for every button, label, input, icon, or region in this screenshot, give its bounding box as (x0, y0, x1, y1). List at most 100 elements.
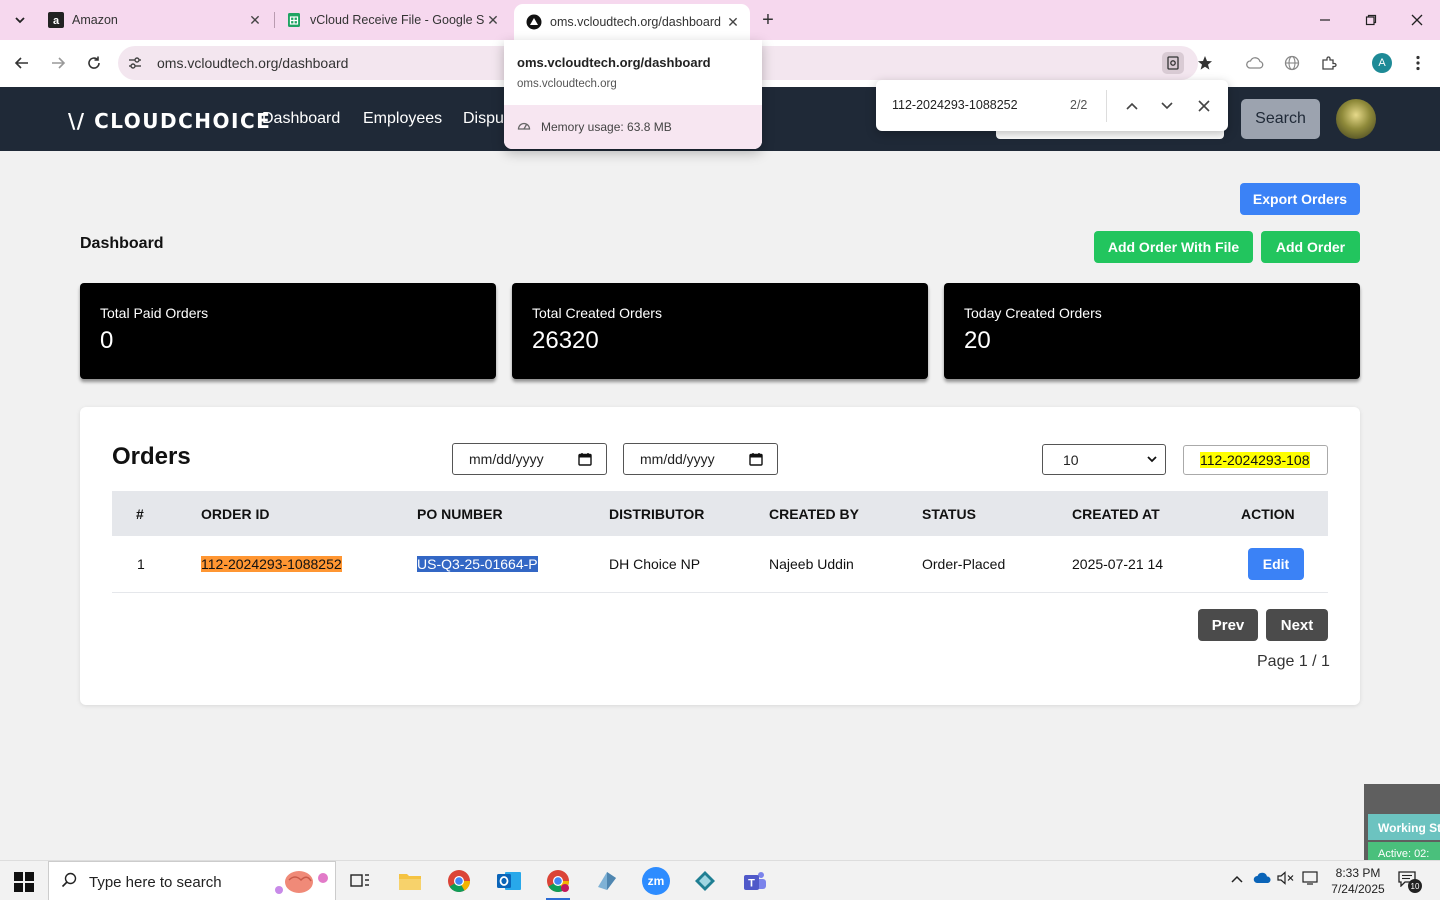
column-header: ORDER ID (201, 506, 270, 522)
orders-title: Orders (112, 443, 191, 470)
chrome-icon[interactable] (445, 867, 473, 895)
date-from-input[interactable]: mm/dd/yyyy (452, 443, 607, 475)
amazon-icon: a (48, 12, 64, 28)
bookmark-star-icon[interactable] (1194, 52, 1216, 74)
stat-label: Total Created Orders (532, 305, 662, 321)
restore-icon[interactable] (1359, 8, 1383, 32)
nav-dashboard[interactable]: Dashboard (262, 110, 340, 128)
onedrive-icon[interactable] (1253, 871, 1273, 888)
date-to-input[interactable]: mm/dd/yyyy (623, 443, 778, 475)
column-header: ACTION (1241, 506, 1295, 522)
find-next-icon[interactable] (1156, 95, 1178, 117)
svg-text:a: a (53, 15, 60, 27)
google-sheets-icon (286, 12, 302, 28)
working-status-widget[interactable]: Working St Active: 02: (1364, 784, 1440, 860)
export-orders-button[interactable]: Export Orders (1240, 183, 1360, 215)
add-order-with-file-button[interactable]: Add Order With File (1094, 231, 1253, 263)
taskbar-search-box[interactable]: Type here to search (48, 861, 336, 900)
stat-card-total-paid: Total Paid Orders 0 (80, 283, 496, 379)
column-header: STATUS (922, 506, 976, 522)
po-number: US-Q3-25-01664-P (417, 556, 538, 572)
orders-panel: Orders mm/dd/yyyy mm/dd/yyyy 10 112-2024… (80, 407, 1360, 705)
taskbar-search-placeholder: Type here to search (89, 874, 222, 891)
next-page-button[interactable]: Next (1266, 609, 1328, 641)
calendar-icon[interactable] (578, 452, 592, 466)
url-text: oms.vcloudtech.org/dashboard (157, 55, 349, 71)
page-size-value: 10 (1063, 451, 1079, 468)
clock-time: 8:33 PM (1335, 866, 1381, 880)
globe-extension-icon[interactable] (1281, 52, 1303, 74)
close-window-icon[interactable] (1405, 8, 1429, 32)
find-query-input[interactable]: 112-2024293-1088252 (892, 98, 1018, 112)
order-search-value: 112-2024293-108 (1200, 452, 1310, 468)
close-tab-icon[interactable]: ✕ (724, 13, 742, 31)
orders-table-header: # ORDER ID PO NUMBER DISTRIBUTOR CREATED… (112, 491, 1328, 536)
cloudchoice-logo[interactable]: \/ CLOUDCHOICE (68, 109, 271, 133)
more-menu-icon[interactable] (1407, 52, 1429, 74)
hover-card-domain: oms.vcloudtech.org (517, 78, 617, 90)
extensions-puzzle-icon[interactable] (1318, 52, 1340, 74)
close-tab-icon[interactable]: ✕ (484, 11, 502, 29)
user-avatar[interactable] (1336, 99, 1376, 139)
page-info: Page 1 / 1 (1257, 653, 1330, 670)
stat-value: 20 (964, 327, 991, 354)
app-search-button[interactable]: Search (1241, 99, 1320, 139)
back-icon[interactable] (10, 51, 34, 75)
zoom-icon[interactable]: zm (642, 867, 670, 895)
windows-start-icon[interactable] (14, 872, 34, 892)
tab-title: vCloud Receive File - Google Sh (310, 13, 484, 27)
find-close-icon[interactable] (1193, 95, 1215, 117)
close-tab-icon[interactable]: ✕ (246, 11, 264, 29)
task-view-icon[interactable] (346, 867, 374, 895)
edit-button[interactable]: Edit (1248, 548, 1304, 580)
nav-disputes[interactable]: Dispu (463, 110, 504, 128)
diamond-app-icon[interactable] (691, 867, 719, 895)
created-at: 2025-07-21 14 (1072, 556, 1164, 572)
hover-card-title: oms.vcloudtech.org/dashboard (517, 55, 711, 70)
site-icon (526, 14, 542, 30)
created-by: Najeeb Uddin (769, 556, 854, 572)
stat-label: Total Paid Orders (100, 305, 209, 321)
column-header: CREATED BY (769, 506, 859, 522)
system-clock[interactable]: 8:33 PM 7/24/2025 (1318, 865, 1398, 897)
reload-icon[interactable] (82, 51, 106, 75)
prev-page-button[interactable]: Prev (1198, 609, 1258, 641)
tab-title: oms.vcloudtech.org/dashboard (550, 15, 721, 29)
cloud-extension-icon[interactable] (1244, 52, 1266, 74)
find-previous-icon[interactable] (1121, 95, 1143, 117)
tab-search-icon[interactable] (8, 8, 32, 32)
teams-icon[interactable]: T (740, 867, 768, 895)
tab-hover-card: oms.vcloudtech.org/dashboard oms.vcloudt… (504, 40, 762, 149)
file-explorer-icon[interactable] (396, 867, 424, 895)
tab-title: Amazon (72, 13, 118, 27)
nav-employees[interactable]: Employees (363, 110, 442, 128)
tab-google-sheets[interactable]: vCloud Receive File - Google Sh ✕ (274, 6, 510, 34)
chrome-profile-icon[interactable] (544, 867, 572, 900)
new-tab-icon[interactable]: + (756, 8, 780, 32)
app-cube-icon[interactable] (593, 867, 621, 895)
notifications-icon[interactable]: 10 (1398, 871, 1422, 893)
column-header: PO NUMBER (417, 506, 503, 522)
stat-card-today-created: Today Created Orders 20 (944, 283, 1360, 379)
tab-amazon[interactable]: a Amazon ✕ (36, 6, 272, 34)
outlook-icon[interactable] (495, 867, 523, 895)
volume-muted-icon[interactable] (1277, 871, 1295, 888)
memory-usage-text: Memory usage: 63.8 MB (541, 120, 672, 134)
stat-card-total-created: Total Created Orders 26320 (512, 283, 928, 379)
forward-icon[interactable] (46, 51, 70, 75)
browser-tab-bar: a Amazon ✕ vCloud Receive File - Google … (0, 0, 1440, 40)
calendar-icon[interactable] (749, 452, 763, 466)
site-info-icon[interactable] (126, 54, 144, 72)
minimize-icon[interactable] (1313, 8, 1337, 32)
find-in-page-icon[interactable] (1162, 52, 1184, 74)
page-size-select[interactable]: 10 (1042, 444, 1166, 475)
column-header: CREATED AT (1072, 506, 1160, 522)
tab-dashboard[interactable]: oms.vcloudtech.org/dashboard ✕ (514, 4, 750, 40)
find-separator (1106, 90, 1107, 122)
memory-gauge-icon (517, 119, 531, 134)
chevron-up-icon[interactable] (1230, 871, 1244, 887)
add-order-button[interactable]: Add Order (1261, 231, 1360, 263)
profile-avatar[interactable]: A (1372, 53, 1392, 73)
chevron-down-icon (1147, 452, 1157, 466)
order-search-input[interactable]: 112-2024293-108 (1183, 445, 1328, 475)
